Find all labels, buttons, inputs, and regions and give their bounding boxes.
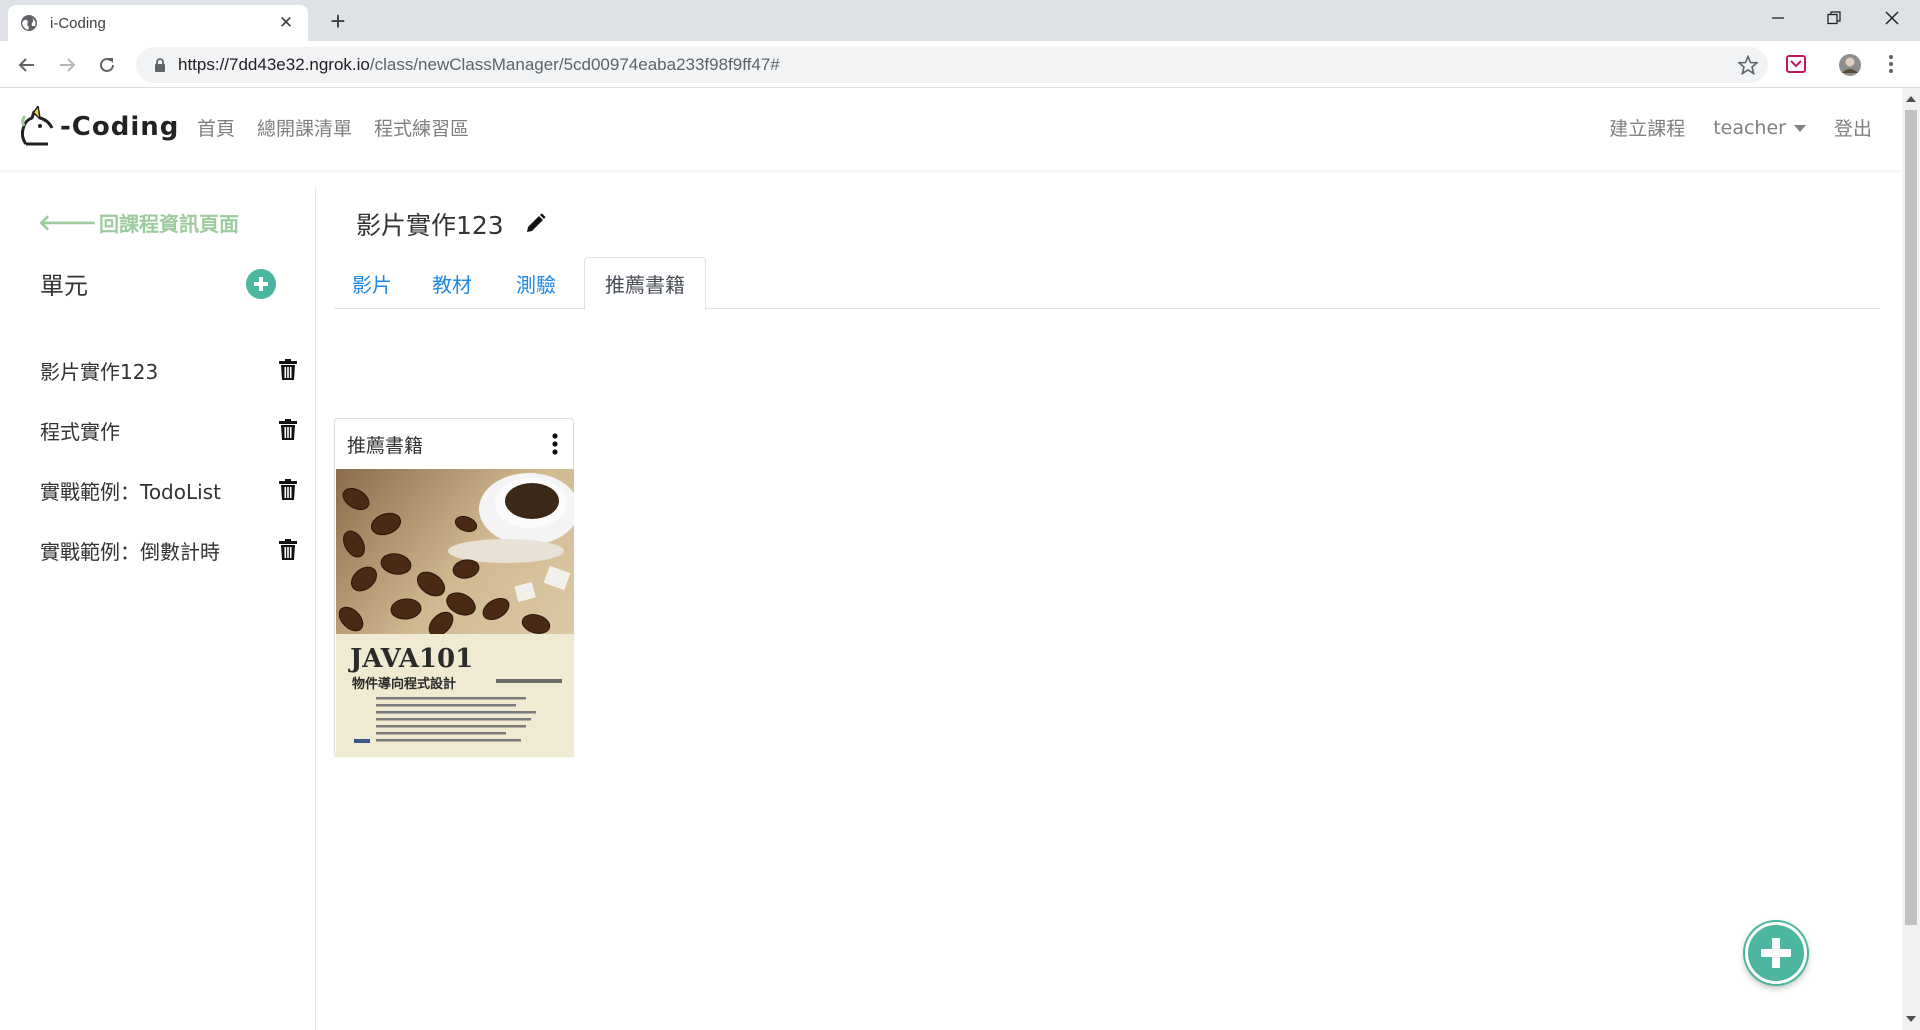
arrow-right-icon — [60, 58, 76, 72]
arrow-left-icon: 🡐 — [38, 210, 97, 236]
trash-icon[interactable] — [278, 359, 298, 381]
user-nav: 建立課程 teacher 登出 — [1609, 114, 1872, 141]
card-header: 推薦書籍 — [335, 419, 573, 469]
back-link-label: 回課程資訊頁面 — [99, 212, 239, 236]
unit-label: 實戰範例：倒數計時 — [40, 539, 220, 564]
unit-header: 單元 — [40, 266, 276, 301]
book-card[interactable]: 推薦書籍 JAVA101 物件導向程式設計 — [334, 418, 574, 757]
trash-icon[interactable] — [278, 419, 298, 441]
unit-label: 影片實作123 — [40, 359, 159, 384]
close-window-button[interactable] — [1864, 0, 1920, 36]
browser-tab[interactable]: i-Coding ✕ — [8, 5, 308, 41]
forward-button[interactable] — [53, 51, 81, 79]
nav-link-home[interactable]: 首頁 — [197, 114, 235, 141]
menu-dots-icon[interactable] — [1887, 53, 1895, 75]
user-dropdown[interactable]: teacher — [1713, 117, 1806, 139]
reload-button[interactable] — [93, 51, 121, 79]
page-scrollbar[interactable] — [1902, 88, 1920, 1030]
new-tab-button[interactable]: + — [325, 8, 351, 35]
bookmark-star-icon[interactable] — [1738, 55, 1758, 75]
plus-icon — [1761, 938, 1791, 968]
restore-button[interactable] — [1806, 0, 1862, 36]
add-book-fab[interactable] — [1745, 922, 1807, 984]
nav-link-course-list[interactable]: 總開課清單 — [257, 114, 352, 141]
unit-sidebar: 🡐 回課程資訊頁面 單元 影片實作123 程式實作 實戰範例：TodoList — [0, 188, 316, 1030]
tab-close-button[interactable]: ✕ — [276, 13, 296, 33]
content-tabs: 影片 教材 測驗 推薦書籍 — [334, 257, 1880, 310]
book-cover-image[interactable]: JAVA101 物件導向程式設計 — [336, 469, 574, 757]
unit-item[interactable]: 程式實作 — [40, 400, 298, 460]
restore-icon — [1827, 11, 1841, 25]
scroll-thumb[interactable] — [1905, 110, 1917, 925]
unit-title-row: 影片實作123 — [356, 206, 546, 242]
unit-label: 程式實作 — [40, 419, 120, 444]
url-path: /class/newClassManager/5cd00974eaba233f9… — [369, 55, 780, 74]
tab-recommended-books[interactable]: 推薦書籍 — [584, 257, 706, 310]
browser-toolbar: https://7dd43e32.ngrok.io/class/newClass… — [0, 41, 1920, 88]
unit-item[interactable]: 實戰範例：倒數計時 — [40, 520, 298, 580]
more-options-icon[interactable] — [547, 431, 563, 457]
unit-label: 實戰範例：TodoList — [40, 479, 221, 504]
user-name: teacher — [1713, 116, 1786, 139]
unicorn-logo-icon — [20, 106, 54, 146]
reload-icon — [100, 57, 114, 72]
close-icon — [1885, 11, 1899, 25]
unit-list: 影片實作123 程式實作 實戰範例：TodoList 實戰範例：倒數計時 — [40, 340, 298, 580]
main-nav: 首頁 總開課清單 程式練習區 — [197, 114, 469, 141]
scroll-up-icon[interactable] — [1906, 96, 1916, 102]
create-course-link[interactable]: 建立課程 — [1609, 114, 1685, 141]
arrow-left-icon — [18, 58, 34, 72]
unit-item[interactable]: 影片實作123 — [40, 340, 298, 400]
extension-icon[interactable] — [1785, 53, 1807, 75]
scroll-down-icon[interactable] — [1906, 1016, 1916, 1022]
minimize-button[interactable] — [1750, 0, 1806, 36]
book-cover-art: JAVA101 物件導向程式設計 — [336, 469, 574, 757]
plus-icon — [254, 276, 268, 291]
book-title-text: JAVA101 — [348, 644, 473, 674]
tab-quiz[interactable]: 測驗 — [494, 257, 578, 309]
site-navbar: -Coding 首頁 總開課清單 程式練習區 建立課程 teacher 登出 — [0, 88, 1902, 170]
url-text: https://7dd43e32.ngrok.io/class/newClass… — [178, 55, 780, 75]
main-content: 影片實作123 影片 教材 測驗 推薦書籍 推薦書籍 JAVA101 物件導向程… — [334, 188, 1880, 1030]
card-title: 推薦書籍 — [347, 434, 424, 457]
trash-icon[interactable] — [278, 539, 298, 561]
address-bar[interactable]: https://7dd43e32.ngrok.io/class/newClass… — [136, 47, 1768, 83]
browser-tabstrip: i-Coding ✕ + — [0, 0, 1920, 41]
avatar-icon[interactable] — [1838, 53, 1862, 77]
brand-logo[interactable]: -Coding — [18, 106, 179, 148]
url-host: https://7dd43e32.ngrok.io — [178, 55, 370, 74]
caret-down-icon — [1793, 124, 1806, 132]
pencil-icon[interactable] — [524, 213, 546, 235]
nav-link-practice[interactable]: 程式練習區 — [374, 114, 469, 141]
units-title: 單元 — [40, 272, 88, 300]
page-title: 影片實作123 — [356, 211, 504, 240]
logout-link[interactable]: 登出 — [1834, 114, 1872, 141]
brand-text: -Coding — [60, 112, 180, 142]
back-button[interactable] — [13, 51, 41, 79]
tab-videos[interactable]: 影片 — [334, 257, 410, 309]
add-unit-button[interactable] — [246, 268, 276, 299]
back-to-course-link[interactable]: 🡐 回課程資訊頁面 — [38, 208, 239, 237]
lock-icon — [155, 58, 165, 72]
tab-title: i-Coding — [50, 14, 106, 32]
tab-materials[interactable]: 教材 — [410, 257, 494, 309]
minimize-icon — [1772, 17, 1784, 19]
book-subtitle-text: 物件導向程式設計 — [352, 676, 456, 692]
unit-item[interactable]: 實戰範例：TodoList — [40, 460, 298, 520]
trash-icon[interactable] — [278, 479, 298, 501]
globe-icon — [21, 15, 37, 31]
web-page: -Coding 首頁 總開課清單 程式練習區 建立課程 teacher 登出 🡐… — [0, 88, 1902, 1030]
